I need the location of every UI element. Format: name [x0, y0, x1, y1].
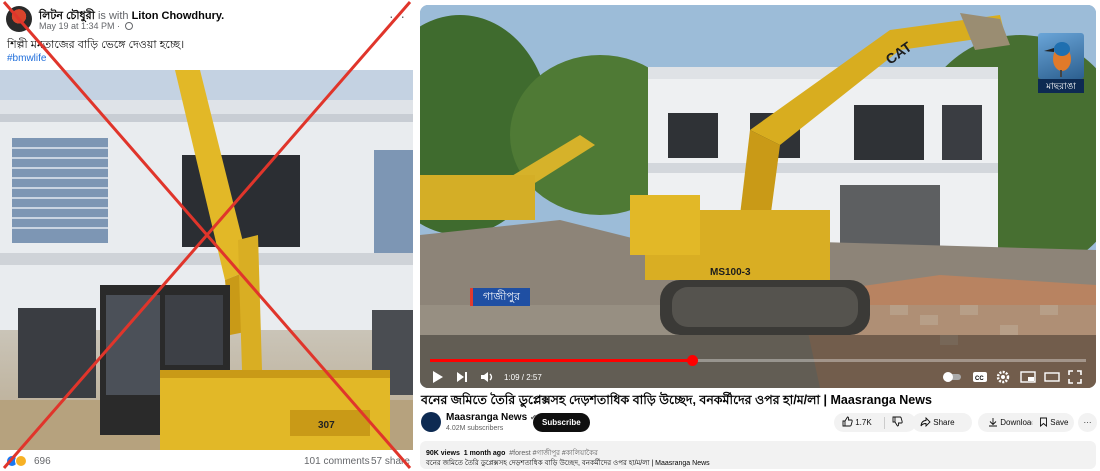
play-icon[interactable] — [432, 370, 444, 386]
dislike-button[interactable] — [892, 413, 903, 432]
post-stats: 696 101 comments 57 share — [0, 452, 413, 471]
description-box[interactable]: 90K views 1 month ago #forest #গাজীপুর #… — [420, 441, 1096, 469]
tagged-name[interactable]: Liton Chowdhury. — [132, 10, 225, 22]
subscribe-button[interactable]: Subscribe — [533, 413, 590, 432]
reaction-count[interactable]: 696 — [34, 456, 51, 467]
post-header: লিটন চৌধুরী is with Liton Chowdhury. May… — [6, 4, 406, 34]
reaction-icons[interactable] — [6, 455, 30, 467]
player-controls: 1:09 / 2:57 CC — [420, 367, 1096, 388]
like-count: 1.7K — [855, 418, 872, 427]
comment-count[interactable]: 101 comments — [304, 456, 370, 467]
next-icon[interactable] — [456, 370, 468, 386]
bookmark-icon — [1040, 417, 1047, 427]
captions-icon[interactable]: CC — [972, 370, 988, 386]
video-frame: MS100-3 CAT — [420, 5, 1096, 388]
description-text: বনের জমিতে তৈরি ডুপ্লেক্সসহ দেড়শতাধিক ব… — [426, 460, 710, 467]
hashtag-link[interactable]: #bmwlife — [7, 53, 46, 64]
download-label: Download — [1000, 418, 1036, 427]
thumbs-down-icon — [892, 416, 903, 427]
more-actions-button[interactable]: ··· — [1078, 413, 1097, 432]
share-arrow-icon — [920, 416, 931, 428]
post-timestamp[interactable]: May 19 at 1:34 PM · — [39, 21, 133, 31]
globe-icon — [124, 22, 133, 30]
more-options-icon[interactable]: ··· — [389, 8, 406, 24]
save-label: Save — [1050, 418, 1069, 427]
channel-name[interactable]: Maasranga News — [446, 412, 527, 423]
video-player[interactable]: MS100-3 CAT মাছরাঙা গাজীপুর 1:09 / 2:57 … — [420, 5, 1096, 388]
channel-watermark: মাছরাঙা — [1038, 33, 1084, 93]
autoplay-toggle-icon[interactable] — [942, 370, 962, 386]
haha-icon — [15, 455, 27, 467]
thumbs-up-icon — [842, 416, 853, 427]
download-icon — [989, 418, 997, 427]
settings-gear-icon[interactable] — [996, 370, 1010, 386]
theater-mode-icon[interactable] — [1044, 370, 1060, 386]
save-button[interactable]: Save — [1032, 413, 1074, 432]
time-total: 2:57 — [526, 373, 542, 382]
excavator-model-text: MS100-3 — [710, 267, 751, 278]
progress-fill — [430, 359, 693, 362]
video-title: বনের জমিতে তৈরি ডুপ্লেক্সসহ দেড়শতাধিক ব… — [421, 393, 932, 407]
location-ticker: গাজীপুর — [470, 288, 530, 306]
upload-date: 1 month ago — [463, 450, 506, 457]
channel-logo-label: মাছরাঙা — [1038, 79, 1084, 93]
kingfisher-icon — [1038, 33, 1084, 79]
share-count[interactable]: 57 share — [371, 456, 410, 467]
timestamp-text: May 19 at 1:34 PM · — [39, 21, 121, 31]
share-button[interactable]: Share — [912, 413, 972, 432]
svg-text:307: 307 — [318, 420, 335, 431]
facebook-post: লিটন চৌধুরী is with Liton Chowdhury. May… — [0, 0, 413, 471]
subscriber-count: 4.02M subscribers — [446, 425, 504, 432]
youtube-watch-page: MS100-3 CAT মাছরাঙা গাজীপুর 1:09 / 2:57 … — [418, 0, 1100, 471]
hashtags[interactable]: #forest #গাজীপুর #কালিয়াকৈর — [509, 450, 598, 457]
svg-text:CC: CC — [975, 376, 984, 382]
time-display: 1:09 / 2:57 — [504, 373, 542, 382]
author-avatar[interactable] — [6, 6, 32, 32]
share-label: Share — [933, 418, 955, 427]
like-dislike-group: 1.7K — [834, 413, 916, 432]
like-button[interactable]: 1.7K — [842, 413, 872, 432]
divider — [884, 417, 885, 429]
channel-avatar[interactable] — [421, 412, 441, 432]
time-current: 1:09 — [504, 373, 520, 382]
view-count: 90K views — [426, 450, 460, 457]
channel-name-row[interactable]: Maasranga News ✔ — [446, 412, 537, 423]
miniplayer-icon[interactable] — [1020, 370, 1036, 386]
post-video[interactable]: 307 — [0, 70, 413, 450]
progress-bar[interactable] — [430, 355, 1086, 366]
fullscreen-icon[interactable] — [1068, 370, 1082, 386]
video-frame: 307 — [0, 70, 413, 450]
volume-icon[interactable] — [480, 370, 494, 386]
